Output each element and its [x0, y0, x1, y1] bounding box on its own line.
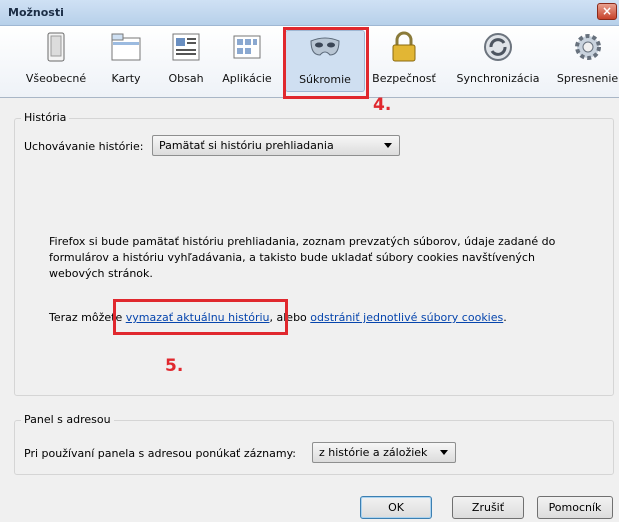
history-legend: História [21, 111, 70, 124]
tab-synchronizacia[interactable]: Synchronizácia [452, 30, 544, 92]
mask-icon [310, 37, 340, 56]
switch-icon [47, 32, 65, 62]
history-keep-value: Pamätať si históriu prehliadania [159, 139, 334, 152]
sync-icon [484, 33, 512, 61]
remove-cookies-link[interactable]: odstrániť jednotlivé súbory cookies [310, 311, 503, 324]
content-icon [172, 33, 200, 61]
history-keep-label: Uchovávanie histórie: [24, 140, 144, 153]
tab-aplikacie[interactable]: Aplikácie [218, 30, 276, 92]
history-actions-text: Teraz môžete vymazať aktuálnu históriu, … [49, 311, 507, 324]
gear-icon [574, 34, 601, 60]
address-suggest-value: z histórie a záložiek [319, 446, 428, 459]
history-keep-select[interactable]: Pamätať si históriu prehliadania [152, 135, 400, 156]
lock-icon [392, 31, 416, 62]
ok-button[interactable]: OK [360, 496, 432, 519]
close-button[interactable]: × [597, 3, 617, 20]
options-toolbar: Všeobecné Karty Obsah Aplikácie Súkromie… [0, 26, 619, 98]
history-description: Firefox si bude pamätať históriu prehlia… [49, 235, 556, 280]
tab-vseobecne[interactable]: Všeobecné [20, 30, 92, 92]
tab-bezpecnost[interactable]: Bezpečnosť [368, 30, 440, 92]
tab-spresnenie[interactable]: Spresnenie [556, 30, 619, 92]
address-suggest-select[interactable]: z histórie a záložiek [312, 442, 456, 463]
title-bar: Možnosti × [0, 0, 619, 26]
tab-obsah[interactable]: Obsah [160, 30, 212, 92]
chevron-down-icon [384, 143, 392, 148]
address-suggest-label: Pri používaní panela s adresou ponúkať z… [24, 447, 297, 460]
tab-karty[interactable]: Karty [100, 30, 152, 92]
cancel-button[interactable]: Zrušiť [452, 496, 524, 519]
tab-sukromie[interactable]: Súkromie [285, 30, 365, 92]
applications-icon [233, 35, 261, 59]
step-5-label: 5. [165, 356, 184, 376]
chevron-down-icon [440, 450, 448, 455]
tabs-icon [111, 33, 141, 61]
help-button[interactable]: Pomocník [537, 496, 613, 519]
window-title: Možnosti [8, 6, 64, 19]
step-4-label: 4. [373, 95, 392, 115]
clear-history-link[interactable]: vymazať aktuálnu históriu [126, 311, 270, 324]
address-bar-legend: Panel s adresou [21, 413, 114, 426]
